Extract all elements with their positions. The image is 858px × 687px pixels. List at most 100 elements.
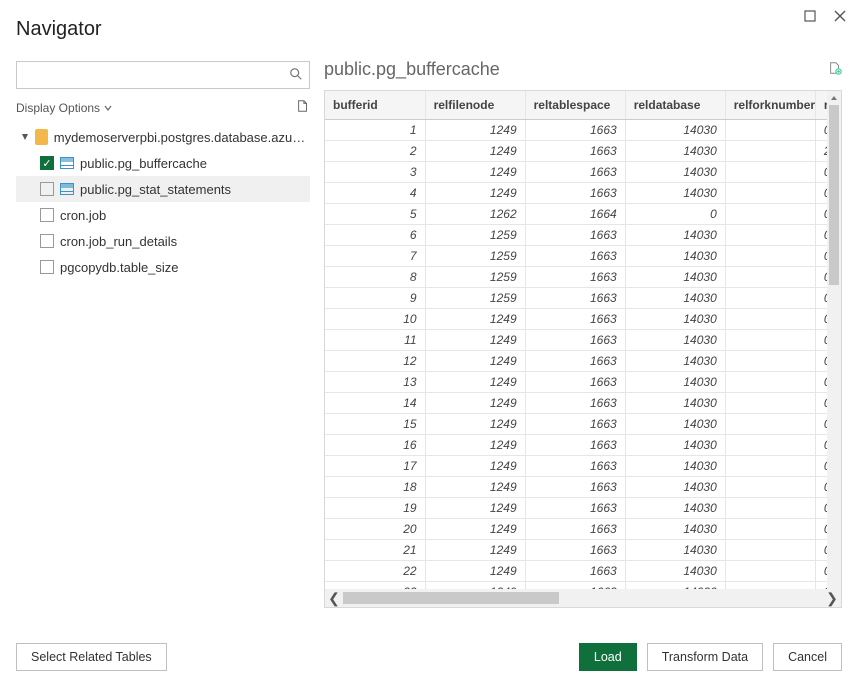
table-cell: 0: [815, 224, 827, 245]
table-cell: 1249: [425, 455, 525, 476]
table-row[interactable]: 212491663140302: [325, 140, 827, 161]
table-cell: 0: [625, 203, 725, 224]
db-label: mydemoserverpbi.postgres.database.azure.…: [54, 130, 306, 145]
expander-icon[interactable]: [20, 132, 29, 142]
table-row[interactable]: 2012491663140300: [325, 518, 827, 539]
column-header[interactable]: bufferid: [325, 91, 425, 119]
tree-item[interactable]: cron.job_run_details: [16, 228, 310, 254]
table-row[interactable]: 2212491663140300: [325, 560, 827, 581]
table-cell: 14030: [625, 581, 725, 589]
table-cell: 1259: [425, 245, 525, 266]
tree-db-node[interactable]: mydemoserverpbi.postgres.database.azure.…: [16, 124, 310, 150]
table-cell: 1249: [425, 581, 525, 589]
table-cell: [725, 266, 815, 287]
select-related-tables-button[interactable]: Select Related Tables: [16, 643, 167, 671]
table-row[interactable]: 2112491663140300: [325, 539, 827, 560]
tree-item[interactable]: pgcopydb.table_size: [16, 254, 310, 280]
checkbox[interactable]: [40, 208, 54, 222]
tree-item[interactable]: public.pg_stat_statements: [16, 176, 310, 202]
table-cell: [725, 161, 815, 182]
table-cell: 1663: [525, 329, 625, 350]
column-header[interactable]: reldatabase: [625, 91, 725, 119]
table-row[interactable]: 412491663140300: [325, 182, 827, 203]
table-cell: 14030: [625, 266, 725, 287]
checkbox[interactable]: [40, 234, 54, 248]
cancel-button[interactable]: Cancel: [773, 643, 842, 671]
table-cell: [725, 308, 815, 329]
table-row[interactable]: 1012491663140300: [325, 308, 827, 329]
table-row[interactable]: 1512491663140300: [325, 413, 827, 434]
display-options-dropdown[interactable]: Display Options: [16, 101, 112, 115]
column-header[interactable]: relforknumber: [725, 91, 815, 119]
table-row[interactable]: 1912491663140300: [325, 497, 827, 518]
column-header[interactable]: reltablespace: [525, 91, 625, 119]
tree-item-label: public.pg_stat_statements: [80, 182, 231, 197]
horizontal-scrollbar[interactable]: ❮ ❯: [325, 589, 841, 607]
tree-item[interactable]: cron.job: [16, 202, 310, 228]
table-cell: 0: [815, 518, 827, 539]
column-header[interactable]: relfilenode: [425, 91, 525, 119]
table-row[interactable]: 1812491663140300: [325, 476, 827, 497]
search-icon[interactable]: [289, 67, 303, 84]
table-cell: 1249: [425, 518, 525, 539]
refresh-icon[interactable]: [296, 99, 310, 116]
table-cell: [725, 413, 815, 434]
table-cell: 21: [325, 539, 425, 560]
vertical-scrollbar[interactable]: [827, 91, 841, 589]
table-cell: 1663: [525, 182, 625, 203]
scroll-left-icon[interactable]: ❮: [325, 590, 343, 607]
table-row[interactable]: 1212491663140300: [325, 350, 827, 371]
column-header[interactable]: re: [815, 91, 827, 119]
table-row[interactable]: 612591663140300: [325, 224, 827, 245]
scroll-thumb[interactable]: [829, 105, 839, 285]
table-row[interactable]: 712591663140300: [325, 245, 827, 266]
table-cell: 1249: [425, 371, 525, 392]
search-input[interactable]: [25, 67, 289, 84]
table-cell: 0: [815, 371, 827, 392]
table-row[interactable]: 912591663140300: [325, 287, 827, 308]
scroll-up-icon[interactable]: [827, 91, 841, 105]
table-cell: 14030: [625, 245, 725, 266]
table-row[interactable]: 1712491663140300: [325, 455, 827, 476]
table-cell: 13: [325, 371, 425, 392]
table-cell: 1663: [525, 371, 625, 392]
table-cell: 0: [815, 329, 827, 350]
table-row[interactable]: 1612491663140300: [325, 434, 827, 455]
table-cell: 0: [815, 245, 827, 266]
table-row[interactable]: 312491663140300: [325, 161, 827, 182]
transform-data-button[interactable]: Transform Data: [647, 643, 763, 671]
table-cell: 1663: [525, 161, 625, 182]
load-button[interactable]: Load: [579, 643, 637, 671]
checkbox[interactable]: [40, 260, 54, 274]
table-row[interactable]: 112491663140300: [325, 119, 827, 140]
table-row[interactable]: 1412491663140300: [325, 392, 827, 413]
table-cell: 4: [325, 182, 425, 203]
table-cell: 14030: [625, 371, 725, 392]
table-cell: [725, 203, 815, 224]
table-cell: 0: [815, 308, 827, 329]
table-row[interactable]: 2312491663140300: [325, 581, 827, 589]
hscroll-thumb[interactable]: [343, 592, 559, 604]
table-row[interactable]: 51262166400: [325, 203, 827, 224]
maximize-button[interactable]: [804, 10, 816, 22]
table-cell: 1663: [525, 350, 625, 371]
table-row[interactable]: 131249166314030 0: [325, 371, 827, 392]
table-cell: 1663: [525, 119, 625, 140]
table-cell: 14030: [625, 539, 725, 560]
table-cell: 1249: [425, 161, 525, 182]
tree-item[interactable]: ✓public.pg_buffercache: [16, 150, 310, 176]
table-cell: 1663: [525, 245, 625, 266]
table-cell: 14030: [625, 140, 725, 161]
search-input-wrap[interactable]: [16, 61, 310, 89]
table-row[interactable]: 812591663140300: [325, 266, 827, 287]
table-cell: 1262: [425, 203, 525, 224]
checkbox[interactable]: ✓: [40, 156, 54, 170]
checkbox[interactable]: [40, 182, 54, 196]
window-controls: [804, 10, 846, 22]
preview-options-icon[interactable]: [828, 59, 842, 80]
scroll-right-icon[interactable]: ❯: [823, 590, 841, 607]
table-row[interactable]: 1112491663140300: [325, 329, 827, 350]
table-cell: 22: [325, 560, 425, 581]
close-button[interactable]: [834, 10, 846, 22]
table-cell: 0: [815, 266, 827, 287]
